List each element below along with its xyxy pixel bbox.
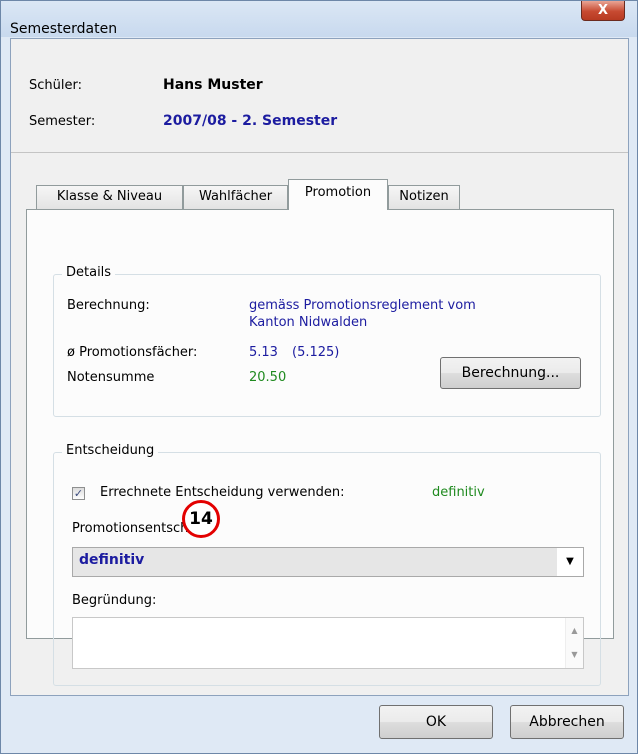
annotation-marker: 14	[182, 500, 220, 538]
tab-wahlfaecher[interactable]: Wahlfächer	[183, 185, 288, 209]
reason-label: Begründung:	[72, 593, 157, 608]
calc-value-line1: gemäss Promotionsreglement vom	[249, 298, 476, 313]
student-label: Schüler:	[29, 78, 82, 93]
semester-value: 2007/08 - 2. Semester	[163, 113, 338, 129]
reason-scrollbar[interactable]: ▲ ▼	[565, 618, 583, 668]
chevron-down-icon[interactable]: ▼	[557, 548, 583, 576]
semester-label: Semester:	[29, 114, 96, 129]
calc-value-line2: Kanton Nidwalden	[249, 315, 368, 330]
use-calc-value: definitiv	[432, 485, 485, 500]
promo-select[interactable]: definitiv ▼	[72, 547, 584, 577]
tab-panel-promotion: Details Berechnung: gemäss Promotionsreg…	[26, 209, 614, 686]
berechnung-button[interactable]: Berechnung...	[440, 357, 581, 389]
promo-selected-value: definitiv	[79, 552, 145, 568]
dialog-client: Schüler: Hans Muster Semester: 2007/08 -…	[10, 38, 629, 696]
use-calc-label: Errechnete Entscheidung verwenden:	[100, 485, 345, 500]
ok-button[interactable]: OK	[379, 705, 493, 739]
avg-label: ø Promotionsfächer:	[67, 345, 198, 360]
decision-group: Entscheidung ✓ Errechnete Entscheidung v…	[53, 443, 601, 686]
student-value: Hans Muster	[163, 77, 263, 93]
avg-exact-value: (5.125)	[292, 345, 340, 360]
decision-title: Entscheidung	[62, 443, 159, 458]
tab-klasse-niveau[interactable]: Klasse & Niveau	[36, 185, 183, 209]
details-title: Details	[62, 265, 116, 280]
tab-notizen[interactable]: Notizen	[388, 185, 460, 209]
scroll-up-icon[interactable]: ▲	[566, 626, 583, 635]
use-calc-checkbox[interactable]: ✓	[72, 487, 85, 500]
sum-label: Notensumme	[67, 370, 155, 385]
avg-value: 5.13	[249, 345, 278, 360]
student-header: Schüler: Hans Muster Semester: 2007/08 -…	[11, 39, 628, 153]
sum-value: 20.50	[249, 370, 287, 385]
dialog-window: Semesterdaten X Schüler: Hans Muster Sem…	[0, 0, 638, 754]
scroll-down-icon[interactable]: ▼	[566, 650, 583, 659]
window-title: Semesterdaten	[10, 21, 118, 37]
calc-label: Berechnung:	[67, 298, 150, 313]
close-button[interactable]: X	[581, 1, 625, 21]
details-group: Details Berechnung: gemäss Promotionsreg…	[53, 265, 601, 417]
cancel-button[interactable]: Abbrechen	[510, 705, 624, 739]
reason-textarea[interactable]: ▲ ▼	[72, 617, 584, 669]
tab-promotion[interactable]: Promotion	[288, 179, 388, 210]
title-bar[interactable]: Semesterdaten X	[1, 1, 637, 37]
